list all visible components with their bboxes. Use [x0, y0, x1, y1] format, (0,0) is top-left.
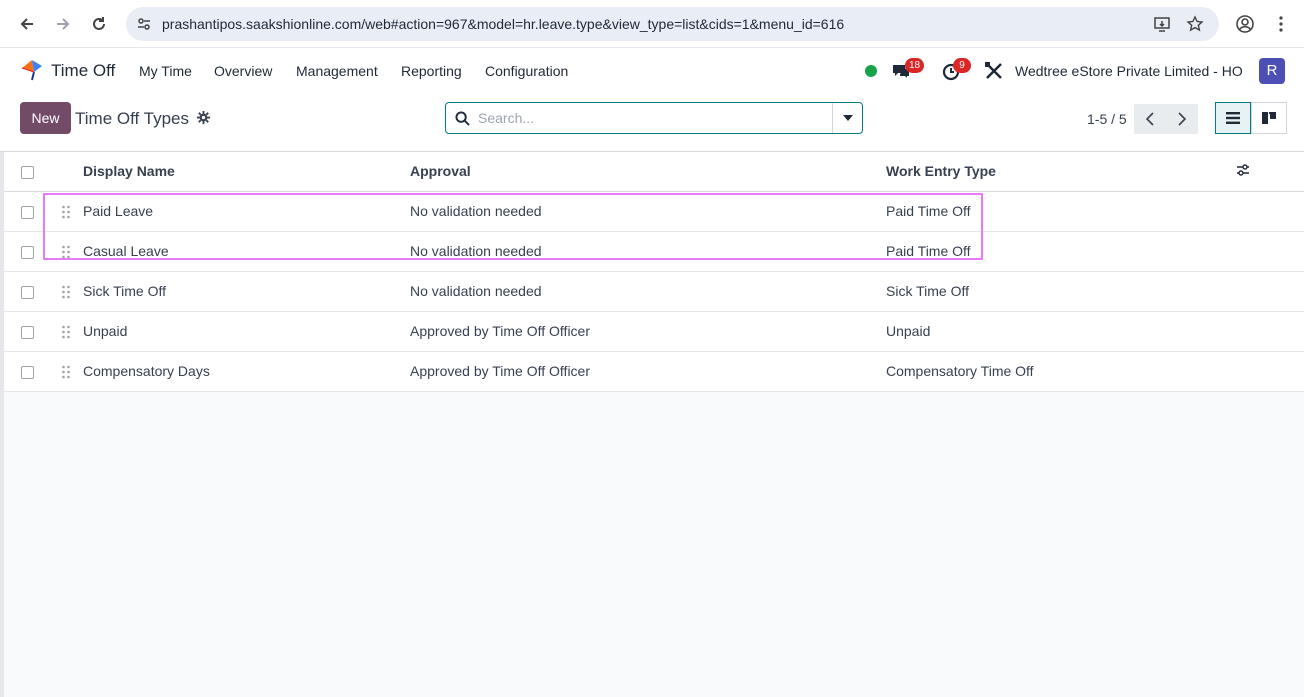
table-row[interactable]: Sick Time Off No validation needed Sick …: [4, 271, 1304, 312]
url-text[interactable]: prashantipos.saakshionline.com/web#actio…: [162, 16, 844, 32]
search-input[interactable]: [478, 107, 828, 129]
time-off-app-icon[interactable]: [20, 58, 44, 82]
bookmark-star-icon[interactable]: [1186, 15, 1204, 33]
menu-overview[interactable]: Overview: [214, 63, 272, 79]
table-row[interactable]: Compensatory Days Approved by Time Off O…: [4, 351, 1304, 392]
cell-approval[interactable]: Approved by Time Off Officer: [410, 311, 886, 352]
cell-display-name[interactable]: Paid Leave: [83, 191, 410, 232]
table-header-row: Display Name Approval Work Entry Type: [4, 152, 1304, 192]
cell-display-name[interactable]: Unpaid: [83, 311, 410, 352]
drag-handle-icon[interactable]: [61, 245, 71, 259]
menu-my-time[interactable]: My Time: [139, 63, 192, 79]
browser-menu-icon[interactable]: [1267, 10, 1295, 38]
table-row[interactable]: Paid Leave No validation needed Paid Tim…: [4, 191, 1304, 232]
row-checkbox[interactable]: [21, 205, 34, 219]
list-view-button[interactable]: [1215, 102, 1251, 134]
cell-work-entry-type[interactable]: Paid Time Off: [886, 191, 1236, 232]
time-off-types-table: Display Name Approval Work Entry Type Pa…: [4, 152, 1304, 392]
cell-work-entry-type[interactable]: Paid Time Off: [886, 231, 1236, 272]
drag-handle-icon[interactable]: [61, 285, 71, 299]
caret-down-icon: [842, 115, 853, 121]
reload-icon[interactable]: [85, 10, 113, 38]
cell-display-name[interactable]: Sick Time Off: [83, 271, 410, 312]
address-bar[interactable]: prashantipos.saakshionline.com/web#actio…: [126, 7, 1219, 41]
cell-approval[interactable]: No validation needed: [410, 191, 886, 232]
select-all-cell: [4, 152, 49, 192]
cell-display-name[interactable]: Casual Leave: [83, 231, 410, 272]
chevron-right-icon: [1178, 112, 1186, 126]
main-navbar: Time Off My Time Overview Management Rep…: [0, 48, 1304, 94]
cell-approval[interactable]: No validation needed: [410, 271, 886, 312]
forward-icon[interactable]: [49, 10, 77, 38]
cell-work-entry-type[interactable]: Unpaid: [886, 311, 1236, 352]
gear-icon[interactable]: [196, 110, 211, 125]
install-app-icon[interactable]: [1153, 15, 1171, 33]
new-button[interactable]: New: [20, 102, 71, 134]
presence-status-icon: [865, 65, 877, 77]
control-panel: New Time Off Types 1-5 / 5: [0, 94, 1304, 152]
menu-management[interactable]: Management: [296, 63, 378, 79]
table-row[interactable]: Unpaid Approved by Time Off Officer Unpa…: [4, 311, 1304, 352]
messages-badge: 18: [905, 58, 925, 73]
kanban-view-icon: [1262, 112, 1276, 124]
cell-display-name[interactable]: Compensatory Days: [83, 351, 410, 392]
menu-reporting[interactable]: Reporting: [401, 63, 462, 79]
row-checkbox[interactable]: [21, 325, 34, 339]
search-box: [445, 102, 863, 134]
table-row[interactable]: Casual Leave No validation needed Paid T…: [4, 231, 1304, 272]
pager-next-button[interactable]: [1166, 104, 1198, 134]
column-approval[interactable]: Approval: [410, 152, 886, 192]
pager-previous-button[interactable]: [1134, 104, 1166, 134]
site-info-icon[interactable]: [136, 16, 152, 32]
activities-badge: 9: [953, 58, 971, 73]
row-checkbox[interactable]: [21, 365, 34, 379]
select-all-checkbox[interactable]: [21, 166, 34, 180]
cell-approval[interactable]: Approved by Time Off Officer: [410, 351, 886, 392]
chevron-left-icon: [1146, 112, 1154, 126]
search-options-toggle[interactable]: [832, 103, 862, 133]
drag-handle-icon[interactable]: [61, 325, 71, 339]
profile-icon[interactable]: [1231, 10, 1259, 38]
drag-handle-icon[interactable]: [61, 365, 71, 379]
browser-toolbar: prashantipos.saakshionline.com/web#actio…: [0, 0, 1304, 48]
column-work-entry-type[interactable]: Work Entry Type: [886, 152, 1236, 192]
list-view-icon: [1226, 112, 1240, 124]
list-view: Display Name Approval Work Entry Type Pa…: [4, 152, 1304, 697]
search-icon: [455, 111, 470, 126]
column-display-name[interactable]: Display Name: [83, 152, 410, 192]
company-switcher[interactable]: Wedtree eStore Private Limited - HO: [1015, 63, 1243, 79]
cell-work-entry-type[interactable]: Compensatory Time Off: [886, 351, 1236, 392]
optional-columns-cell: [1236, 152, 1304, 192]
kanban-view-button[interactable]: [1251, 102, 1287, 134]
row-checkbox[interactable]: [21, 285, 34, 299]
optional-columns-icon[interactable]: [1236, 163, 1250, 177]
cell-approval[interactable]: No validation needed: [410, 231, 886, 272]
app-name[interactable]: Time Off: [51, 61, 115, 81]
user-avatar[interactable]: R: [1259, 58, 1285, 84]
pager-value[interactable]: 1-5 / 5: [1087, 111, 1127, 127]
menu-configuration[interactable]: Configuration: [485, 63, 568, 79]
cell-work-entry-type[interactable]: Sick Time Off: [886, 271, 1236, 312]
page-title: Time Off Types: [75, 109, 190, 128]
back-icon[interactable]: [13, 10, 41, 38]
debug-tools-icon[interactable]: [983, 60, 1005, 82]
drag-handle-icon[interactable]: [61, 205, 71, 219]
row-checkbox[interactable]: [21, 245, 34, 259]
